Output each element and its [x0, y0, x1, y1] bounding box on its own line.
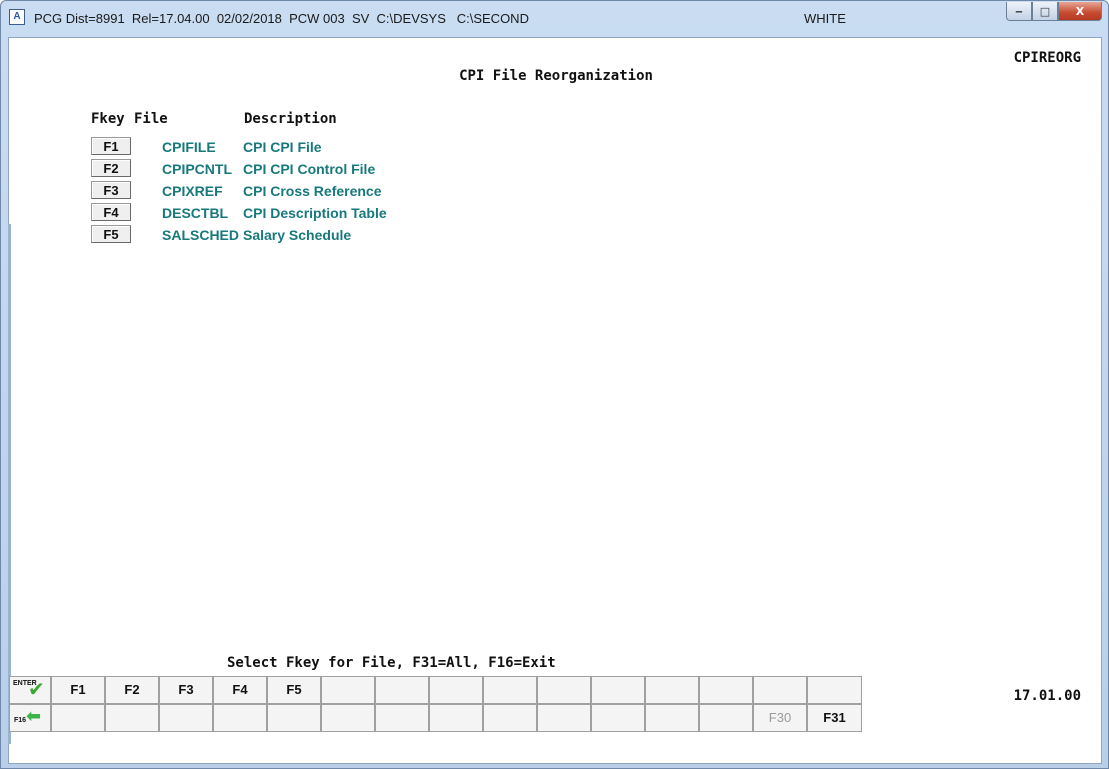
back-arrow-icon: ⬅: [26, 706, 42, 727]
fkey-f5[interactable]: F5: [267, 676, 321, 704]
fkey-empty: [807, 676, 862, 704]
fkey-empty: [267, 704, 321, 732]
maximize-button[interactable]: □: [1032, 2, 1058, 21]
fkey-f3[interactable]: F3: [159, 676, 213, 704]
f1-button[interactable]: F1: [91, 137, 131, 155]
fkey-empty: [645, 676, 699, 704]
fkey-empty: [591, 704, 645, 732]
fkey-f4[interactable]: F4: [213, 676, 267, 704]
fkey-empty: [159, 704, 213, 732]
app-icon[interactable]: A: [9, 9, 25, 25]
fkey-empty: [213, 704, 267, 732]
fkey-empty: [537, 676, 591, 704]
fkey-empty: [699, 676, 753, 704]
f5-button[interactable]: F5: [91, 225, 131, 243]
fkey-empty: [375, 676, 429, 704]
fkey-f30: F30: [753, 704, 807, 732]
file-description: CPI Description Table: [243, 205, 387, 221]
screen-title: CPI File Reorganization: [459, 68, 653, 84]
user-name: WHITE: [804, 11, 846, 26]
checkmark-icon: ✔: [28, 677, 45, 701]
fkey-f2[interactable]: F2: [105, 676, 159, 704]
prompt-text: Select Fkey for File, F31=All, F16=Exit: [227, 655, 556, 671]
title-bar: A PCG Dist=8991 Rel=17.04.00 02/02/2018 …: [1, 1, 1108, 35]
fkey-empty: [537, 704, 591, 732]
terminal-screen: CPIREORG CPI File Reorganization Fkey Fi…: [8, 37, 1102, 764]
minimize-button[interactable]: ‒: [1006, 2, 1032, 21]
file-description: CPI CPI File: [243, 139, 322, 155]
fkey-empty: [753, 676, 807, 704]
function-key-bar: ENTER ✔ F1 F2 F3 F4 F5 F16 ⬅ F30 F31: [9, 676, 865, 732]
fkey-empty: [483, 704, 537, 732]
file-description: CPI CPI Control File: [243, 161, 376, 177]
f16-label: F16: [14, 717, 27, 724]
fkey-empty: [645, 704, 699, 732]
fkey-empty: [321, 704, 375, 732]
exit-button[interactable]: F16 ⬅: [9, 704, 51, 732]
file-name: CPIXREF: [162, 183, 223, 199]
header-fkey: Fkey: [91, 111, 125, 127]
header-file: File: [134, 111, 168, 127]
window-title: PCG Dist=8991 Rel=17.04.00 02/02/2018 PC…: [34, 11, 529, 26]
app-window: A PCG Dist=8991 Rel=17.04.00 02/02/2018 …: [0, 0, 1109, 769]
f4-button[interactable]: F4: [91, 203, 131, 221]
close-button[interactable]: X: [1058, 2, 1102, 21]
left-border-bar: [8, 224, 11, 744]
file-description: CPI Cross Reference: [243, 183, 382, 199]
file-name: DESCTBL: [162, 205, 229, 221]
fkey-empty: [321, 676, 375, 704]
file-name: CPIPCNTL: [162, 161, 232, 177]
f3-button[interactable]: F3: [91, 181, 131, 199]
f2-button[interactable]: F2: [91, 159, 131, 177]
fkey-empty: [105, 704, 159, 732]
fkey-empty: [429, 704, 483, 732]
enter-button[interactable]: ENTER ✔: [9, 676, 51, 704]
program-id: CPIREORG: [1013, 50, 1081, 66]
file-name: SALSCHED: [162, 227, 240, 243]
fkey-f31[interactable]: F31: [807, 704, 862, 732]
fkey-empty: [699, 704, 753, 732]
fkey-empty: [429, 676, 483, 704]
fkey-empty: [375, 704, 429, 732]
fkey-empty: [483, 676, 537, 704]
file-name: CPIFILE: [162, 139, 216, 155]
file-description: Salary Schedule: [243, 227, 352, 243]
header-description: Description: [244, 111, 337, 127]
version-label: 17.01.00: [1013, 688, 1081, 704]
fkey-f1[interactable]: F1: [51, 676, 105, 704]
fkey-empty: [51, 704, 105, 732]
fkey-empty: [591, 676, 645, 704]
